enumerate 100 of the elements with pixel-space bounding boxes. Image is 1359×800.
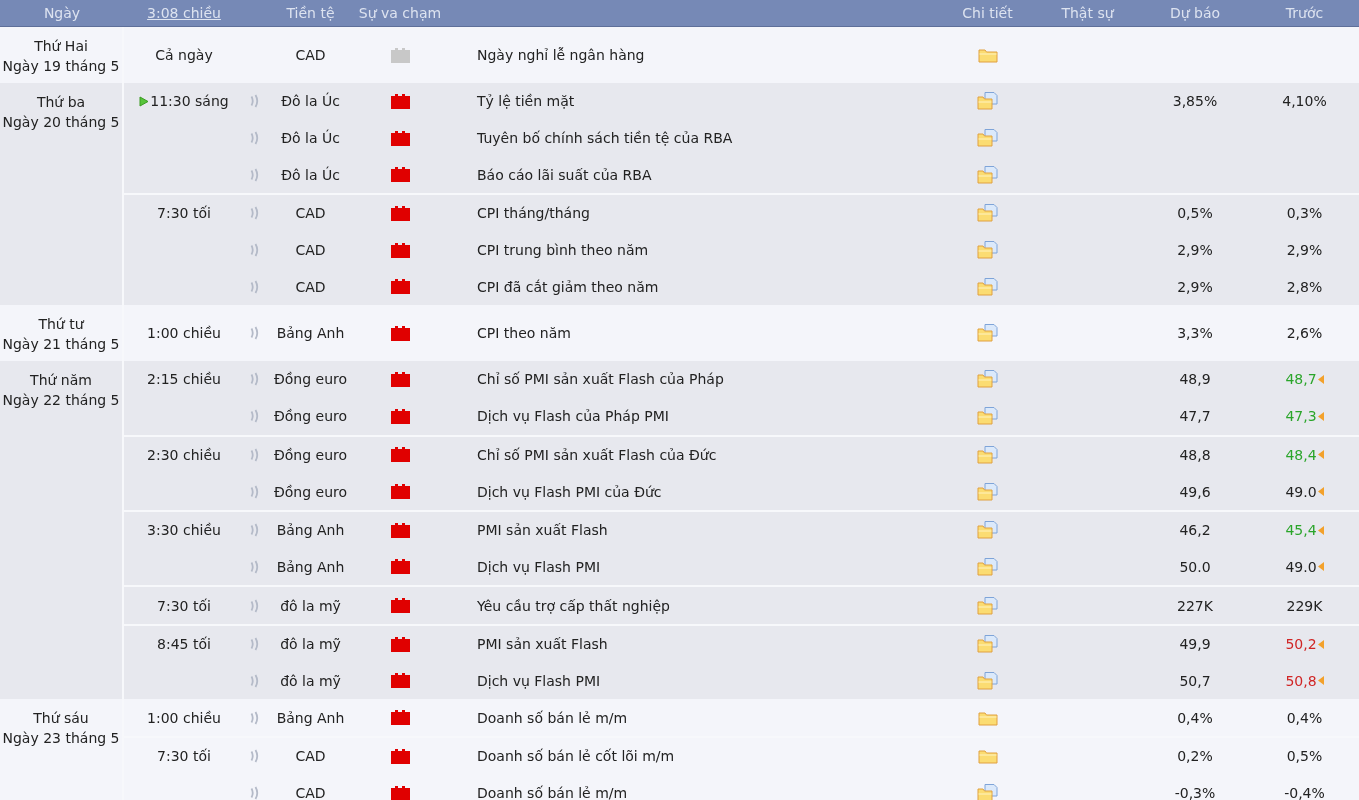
previous-value: 49.0 — [1285, 483, 1317, 500]
sound-icon[interactable] — [250, 94, 260, 109]
folder-document-icon[interactable] — [977, 129, 998, 148]
folder-document-icon[interactable] — [977, 324, 998, 343]
currency-text: CAD — [295, 278, 326, 295]
sound-icon[interactable] — [250, 710, 260, 725]
event-title[interactable]: Doanh số bán lẻ cốt lõi m/m — [445, 748, 940, 765]
previous-value: 4,10% — [1282, 93, 1327, 110]
event-title[interactable]: Tỷ lệ tiền mặt — [445, 93, 940, 110]
previous-value: 2,9% — [1286, 242, 1323, 259]
forecast-value: 0,2% — [1177, 748, 1213, 765]
currency-text: CAD — [295, 242, 326, 259]
event-title[interactable]: PMI sản xuất Flash — [445, 522, 940, 539]
forecast-value: 50,7 — [1179, 672, 1211, 689]
date-text: Ngày 22 tháng 5 — [2, 391, 120, 411]
folder-document-icon[interactable] — [977, 784, 998, 800]
date-text: Ngày 23 tháng 5 — [2, 729, 120, 749]
event-title[interactable]: Ngày nghỉ lễ ngân hàng — [445, 47, 940, 63]
previous-value: 2,8% — [1286, 278, 1323, 295]
sound-icon[interactable] — [250, 559, 260, 574]
sound-icon[interactable] — [250, 786, 260, 800]
time-text: 3:30 chiều — [147, 522, 221, 539]
sound-icon[interactable] — [250, 447, 260, 462]
time-text: 1:00 chiều — [147, 709, 221, 726]
sound-icon[interactable] — [250, 409, 260, 424]
event-title[interactable]: PMI sản xuất Flash — [445, 636, 940, 653]
event-title[interactable]: Dịch vụ Flash PMI — [445, 672, 940, 689]
forecast-value: 46,2 — [1179, 522, 1211, 539]
event-title[interactable]: Dịch vụ Flash PMI của Đức — [445, 483, 940, 500]
time-text: 8:45 tối — [157, 636, 211, 653]
event-title[interactable]: Chỉ số PMI sản xuất Flash của Pháp — [445, 371, 940, 388]
currency-text: Đô la Úc — [281, 166, 340, 183]
folder-document-icon[interactable] — [977, 635, 998, 654]
weekday-text: Thứ Hai — [34, 37, 88, 56]
sound-icon[interactable] — [250, 206, 260, 221]
folder-document-icon[interactable] — [977, 370, 998, 389]
time-text: 11:30 sáng — [150, 93, 229, 110]
sound-icon[interactable] — [250, 523, 260, 538]
folder-icon[interactable] — [977, 47, 998, 63]
forecast-value: 0,5% — [1177, 205, 1213, 222]
previous-value: -0,4% — [1284, 785, 1325, 800]
currency-text: CAD — [295, 205, 326, 222]
event-title[interactable]: CPI trung bình theo năm — [445, 242, 940, 259]
folder-document-icon[interactable] — [977, 204, 998, 223]
event-title[interactable]: Dịch vụ Flash của Pháp PMI — [445, 408, 940, 425]
previous-value: 49.0 — [1285, 558, 1317, 575]
date-text: Ngày 21 tháng 5 — [2, 335, 120, 355]
currency-text: đô la mỹ — [280, 597, 341, 614]
event-title[interactable]: CPI đã cắt giảm theo năm — [445, 278, 940, 295]
event-title[interactable]: CPI tháng/tháng — [445, 205, 940, 222]
currency-text: CAD — [295, 47, 326, 63]
currency-text: Đồng euro — [273, 446, 348, 463]
previous-value: 0,4% — [1286, 709, 1323, 726]
currency-text: CAD — [295, 785, 326, 800]
previous-value: 47,3 — [1285, 408, 1317, 425]
folder-document-icon[interactable] — [977, 407, 998, 426]
sound-icon[interactable] — [250, 598, 260, 613]
sound-icon[interactable] — [250, 484, 260, 499]
previous-value: 229K — [1286, 597, 1323, 614]
folder-document-icon[interactable] — [977, 445, 998, 464]
event-title[interactable]: Tuyên bố chính sách tiền tệ của RBA — [445, 130, 940, 147]
time-text: Cả ngày — [155, 47, 213, 63]
time-text: 7:30 tối — [157, 205, 211, 222]
currency-text: Đô la Úc — [281, 93, 340, 110]
event-title[interactable]: Doanh số bán lẻ m/m — [445, 709, 940, 726]
event-title[interactable]: Dịch vụ Flash PMI — [445, 558, 940, 575]
folder-icon[interactable] — [977, 748, 998, 765]
sound-icon[interactable] — [250, 673, 260, 688]
folder-document-icon[interactable] — [977, 557, 998, 576]
forecast-value: 0,4% — [1177, 709, 1213, 726]
sound-icon[interactable] — [250, 131, 260, 146]
event-title[interactable]: Doanh số bán lẻ m/m — [445, 785, 940, 800]
sound-icon[interactable] — [250, 637, 260, 652]
sound-icon[interactable] — [250, 326, 260, 341]
sound-icon[interactable] — [250, 372, 260, 387]
event-title[interactable]: Báo cáo lãi suất của RBA — [445, 166, 940, 183]
currency-text: Đô la Úc — [281, 130, 340, 147]
folder-document-icon[interactable] — [977, 671, 998, 690]
sound-icon[interactable] — [250, 749, 260, 764]
event-title[interactable]: Yêu cầu trợ cấp thất nghiệp — [445, 597, 940, 614]
currency-text: Đồng euro — [273, 408, 348, 425]
sound-icon[interactable] — [250, 243, 260, 258]
folder-document-icon[interactable] — [977, 165, 998, 184]
event-title[interactable]: Chỉ số PMI sản xuất Flash của Đức — [445, 446, 940, 463]
currency-text: Bảng Anh — [276, 709, 345, 726]
event-title[interactable]: CPI theo năm — [445, 325, 940, 342]
previous-value: 0,5% — [1286, 748, 1323, 765]
forecast-value: 50.0 — [1179, 558, 1211, 575]
folder-document-icon[interactable] — [977, 277, 998, 296]
currency-text: Bảng Anh — [276, 325, 345, 342]
folder-document-icon[interactable] — [977, 92, 998, 111]
weekday-text: Thứ sáu — [33, 709, 89, 729]
time-text: 1:00 chiều — [147, 325, 221, 342]
sound-icon[interactable] — [250, 279, 260, 294]
folder-document-icon[interactable] — [977, 596, 998, 615]
folder-document-icon[interactable] — [977, 521, 998, 540]
folder-icon[interactable] — [977, 709, 998, 726]
folder-document-icon[interactable] — [977, 482, 998, 501]
sound-icon[interactable] — [250, 167, 260, 182]
folder-document-icon[interactable] — [977, 241, 998, 260]
